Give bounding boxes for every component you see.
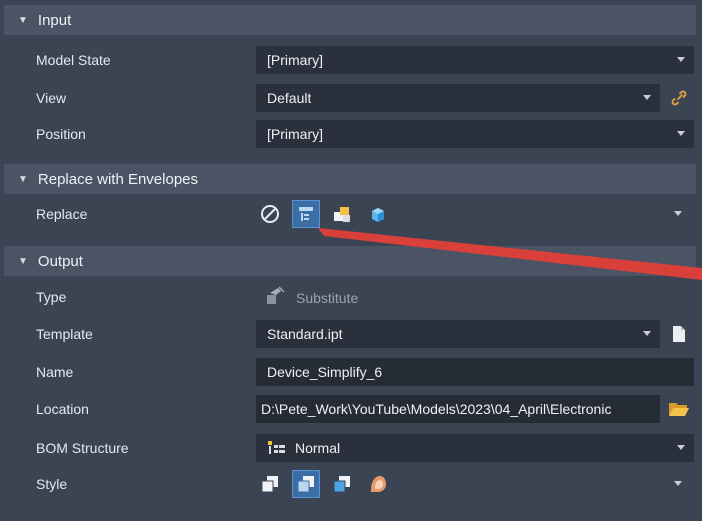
substitute-icon xyxy=(264,285,286,310)
view-label: View xyxy=(36,90,67,106)
location-value: D:\Pete_Work\YouTube\Models\2023\04_Apri… xyxy=(261,401,612,417)
envelope-box-icon[interactable] xyxy=(364,200,392,228)
template-value: Standard.ipt xyxy=(267,326,343,342)
chevron-down-icon[interactable] xyxy=(677,131,685,136)
position-dropdown[interactable]: [Primary] xyxy=(256,120,694,148)
style-single-composite-icon[interactable] xyxy=(364,470,392,498)
location-input[interactable]: D:\Pete_Work\YouTube\Models\2023\04_Apri… xyxy=(256,395,660,423)
section-title: Output xyxy=(37,252,83,270)
style-options xyxy=(256,470,392,498)
chevron-down-icon[interactable] xyxy=(643,331,651,336)
section-header-input[interactable]: ▼ Input xyxy=(4,5,696,35)
bom-structure-row: BOM Structure Normal xyxy=(4,430,696,466)
location-row: Location D:\Pete_Work\YouTube\Models\202… xyxy=(4,391,696,427)
section-header-replace[interactable]: ▼ Replace with Envelopes xyxy=(4,164,696,194)
position-value: [Primary] xyxy=(267,126,323,142)
model-state-dropdown[interactable]: [Primary] xyxy=(256,46,694,74)
view-dropdown[interactable]: Default xyxy=(256,84,660,112)
style-maintain-seams-icon[interactable] xyxy=(328,470,356,498)
style-row: Style xyxy=(4,466,696,502)
collapse-triangle-icon[interactable]: ▼ xyxy=(18,174,28,185)
style-label: Style xyxy=(36,476,68,492)
replace-label: Replace xyxy=(36,206,88,222)
bom-structure-value: Normal xyxy=(295,440,341,456)
chevron-down-icon[interactable] xyxy=(643,95,651,100)
style-single-solid-icon[interactable] xyxy=(256,470,284,498)
bom-structure-label: BOM Structure xyxy=(36,440,129,456)
chevron-down-icon[interactable] xyxy=(674,211,682,216)
tree-filter-icon[interactable] xyxy=(292,200,320,228)
collapse-triangle-icon[interactable]: ▼ xyxy=(18,15,28,26)
name-value: Device_Simplify_6 xyxy=(267,364,383,380)
view-value: Default xyxy=(267,90,312,106)
properties-panel: ▼ Input Model State [Primary] View Defau… xyxy=(0,0,702,521)
collapse-triangle-icon[interactable]: ▼ xyxy=(18,256,28,267)
location-label: Location xyxy=(36,401,89,417)
position-label: Position xyxy=(36,126,86,142)
file-icon[interactable] xyxy=(666,320,692,348)
type-value-group: Substitute xyxy=(264,285,358,310)
chevron-down-icon[interactable] xyxy=(677,57,685,62)
none-icon[interactable] xyxy=(256,200,284,228)
bom-structure-dropdown[interactable]: Normal xyxy=(256,434,694,462)
style-solid-per-body-icon[interactable] xyxy=(292,470,320,498)
type-label: Type xyxy=(36,289,67,305)
model-state-value: [Primary] xyxy=(267,52,323,68)
position-row: Position [Primary] xyxy=(4,116,696,152)
template-row: Template Standard.ipt xyxy=(4,316,696,352)
replace-row: Replace xyxy=(4,196,696,232)
section-title: Replace with Envelopes xyxy=(37,170,198,188)
section-header-output[interactable]: ▼ Output xyxy=(4,246,696,276)
bom-normal-icon xyxy=(267,440,287,456)
template-label: Template xyxy=(36,326,93,342)
name-input[interactable]: Device_Simplify_6 xyxy=(256,358,694,386)
chevron-down-icon[interactable] xyxy=(677,445,685,450)
parts-icon[interactable] xyxy=(328,200,356,228)
replace-options xyxy=(256,200,392,228)
folder-icon[interactable] xyxy=(666,395,692,423)
model-state-row: Model State [Primary] xyxy=(4,42,696,78)
name-label: Name xyxy=(36,364,74,380)
model-state-label: Model State xyxy=(36,52,111,68)
view-row: View Default xyxy=(4,80,696,116)
template-dropdown[interactable]: Standard.ipt xyxy=(256,320,660,348)
name-row: Name Device_Simplify_6 xyxy=(4,354,696,390)
type-value: Substitute xyxy=(296,289,359,306)
link-icon[interactable] xyxy=(666,84,692,112)
type-row: Type Substitute xyxy=(4,279,696,315)
section-title: Input xyxy=(37,11,72,29)
chevron-down-icon[interactable] xyxy=(674,481,682,486)
